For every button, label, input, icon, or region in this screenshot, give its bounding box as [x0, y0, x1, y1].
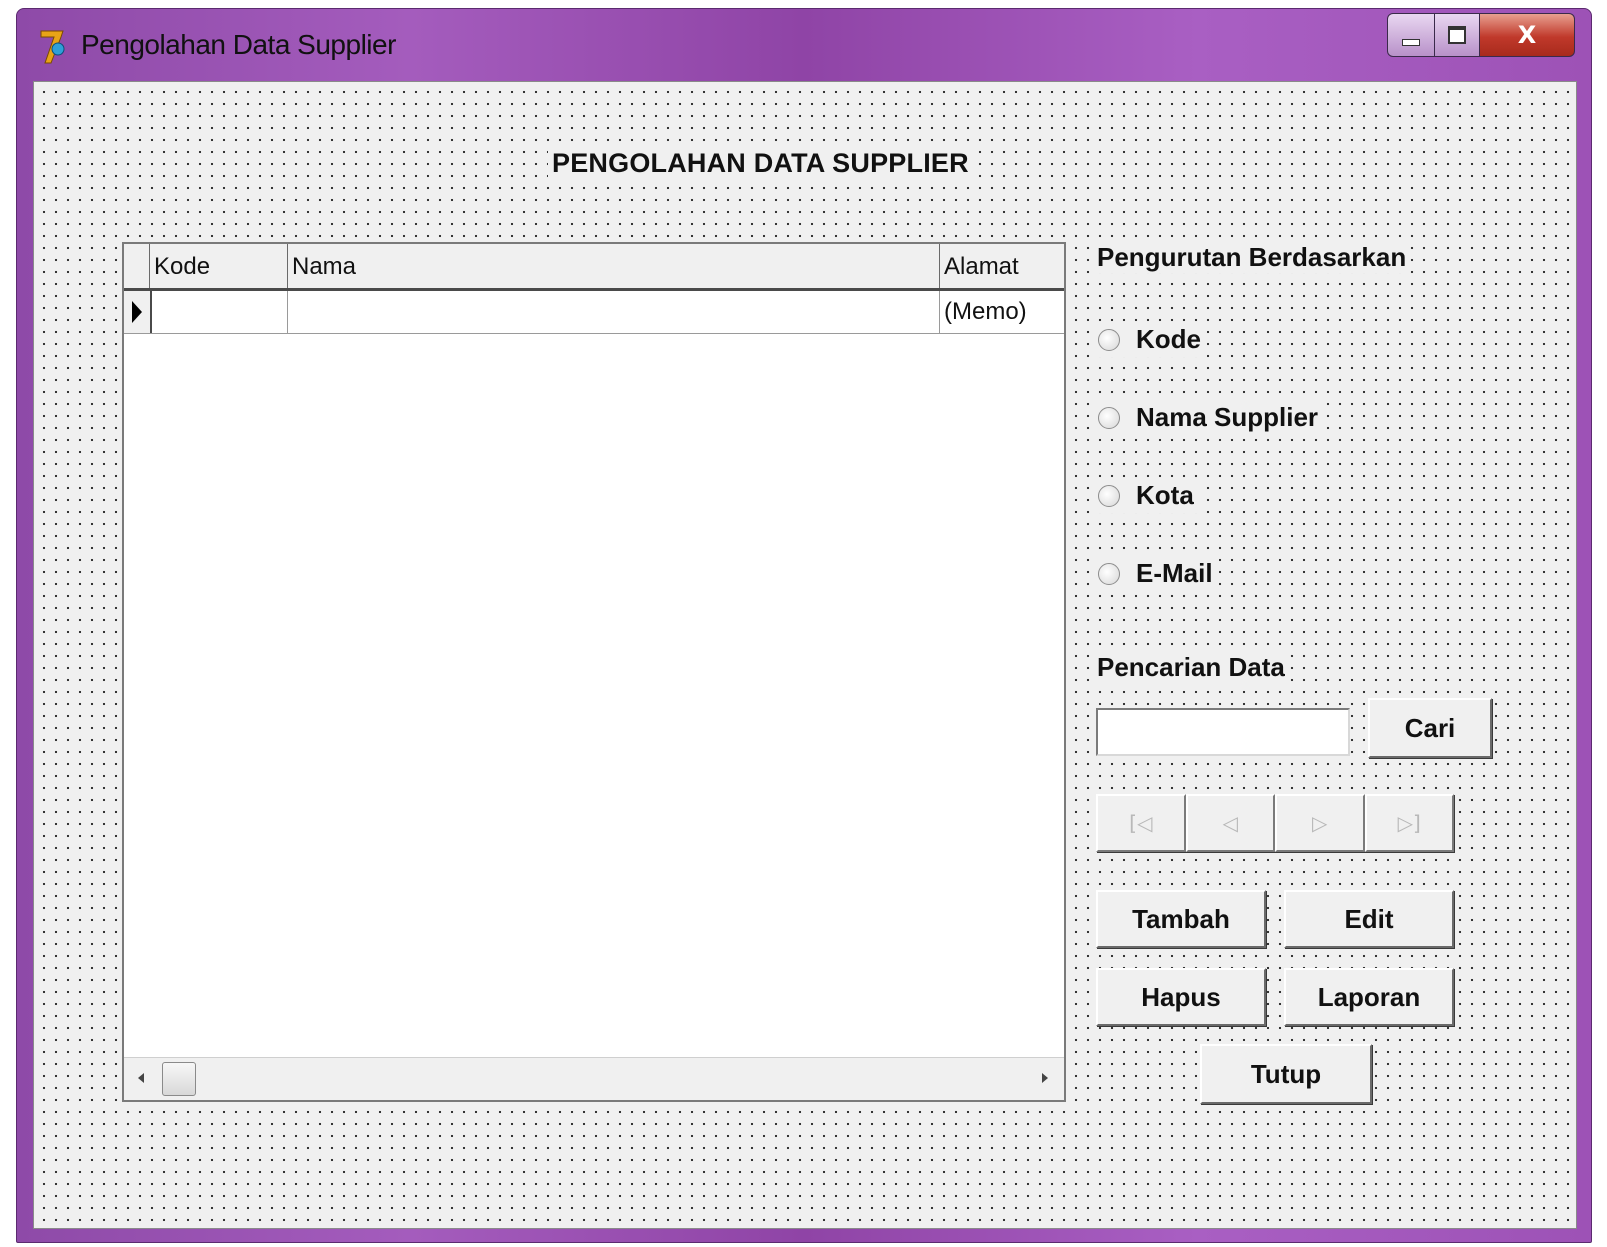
- next-record-icon: ▷: [1312, 811, 1328, 835]
- cari-button[interactable]: Cari: [1368, 698, 1492, 758]
- db-navigator: [◁ ◁ ▷ ▷]: [1096, 794, 1454, 852]
- minimize-button[interactable]: [1387, 13, 1435, 57]
- cell-kode[interactable]: [150, 291, 288, 333]
- radio-circle[interactable]: [1098, 484, 1120, 507]
- radio-circle[interactable]: [1098, 562, 1120, 585]
- tutup-button[interactable]: Tutup: [1200, 1044, 1372, 1104]
- scroll-right-icon[interactable]: [1042, 1073, 1048, 1083]
- radio-label: Kode: [1136, 324, 1201, 354]
- grid-header: Kode Nama Alamat: [124, 244, 1064, 291]
- last-record-icon: ▷]: [1397, 811, 1421, 835]
- laporan-button[interactable]: Laporan: [1284, 968, 1454, 1026]
- search-input[interactable]: [1096, 708, 1350, 756]
- radio-label: Nama Supplier: [1136, 402, 1319, 432]
- cell-nama[interactable]: [288, 291, 940, 333]
- table-row[interactable]: (Memo): [124, 291, 1064, 334]
- horizontal-scrollbar[interactable]: [124, 1057, 1064, 1100]
- cell-alamat[interactable]: (Memo): [940, 291, 1064, 333]
- scroll-thumb[interactable]: [162, 1062, 196, 1096]
- column-header-kode[interactable]: Kode: [150, 244, 288, 288]
- close-icon: X: [1517, 21, 1537, 49]
- maximize-icon: [1448, 26, 1466, 44]
- grid-corner: [124, 244, 150, 288]
- radio-circle[interactable]: [1098, 328, 1120, 351]
- main-window: Pengolahan Data Supplier X PENGOLAHAN DA…: [16, 8, 1592, 1243]
- first-record-button[interactable]: [◁: [1096, 794, 1186, 852]
- window-controls: X: [1387, 13, 1575, 57]
- page-title: PENGOLAHAN DATA SUPPLIER: [548, 148, 973, 179]
- radio-sort-kode[interactable]: Kode: [1098, 322, 1207, 357]
- sort-group-label: Pengurutan Berdasarkan: [1094, 242, 1410, 273]
- close-button[interactable]: X: [1480, 13, 1575, 57]
- edit-button[interactable]: Edit: [1284, 890, 1454, 948]
- next-record-button[interactable]: ▷: [1275, 794, 1365, 852]
- last-record-button[interactable]: ▷]: [1364, 794, 1454, 852]
- radio-sort-nama-supplier[interactable]: Nama Supplier: [1098, 400, 1325, 435]
- tambah-button[interactable]: Tambah: [1096, 890, 1266, 948]
- radio-label: E-Mail: [1136, 558, 1213, 588]
- delphi-app-icon: [40, 30, 65, 64]
- minimize-icon: [1402, 38, 1420, 46]
- column-header-alamat[interactable]: Alamat: [940, 244, 1064, 288]
- radio-circle[interactable]: [1098, 406, 1120, 429]
- radio-label: Kota: [1136, 480, 1194, 510]
- row-indicator: [124, 291, 152, 333]
- prior-record-icon: ◁: [1222, 811, 1238, 835]
- hapus-button[interactable]: Hapus: [1096, 968, 1266, 1026]
- supplier-data-grid[interactable]: Kode Nama Alamat (Memo): [122, 242, 1066, 1102]
- radio-sort-kota[interactable]: Kota: [1098, 478, 1200, 513]
- column-header-nama[interactable]: Nama: [288, 244, 940, 288]
- scroll-left-icon[interactable]: [138, 1073, 144, 1083]
- prior-record-button[interactable]: ◁: [1185, 794, 1275, 852]
- title-bar[interactable]: Pengolahan Data Supplier X: [17, 9, 1591, 81]
- radio-sort-email[interactable]: E-Mail: [1098, 556, 1219, 591]
- form-client-area: PENGOLAHAN DATA SUPPLIER Kode Nama Alama…: [33, 81, 1577, 1229]
- search-label: Pencarian Data: [1094, 652, 1288, 683]
- first-record-icon: [◁: [1129, 811, 1153, 835]
- current-row-arrow-icon: [132, 301, 142, 323]
- window-title: Pengolahan Data Supplier: [81, 29, 396, 60]
- maximize-button[interactable]: [1435, 13, 1480, 57]
